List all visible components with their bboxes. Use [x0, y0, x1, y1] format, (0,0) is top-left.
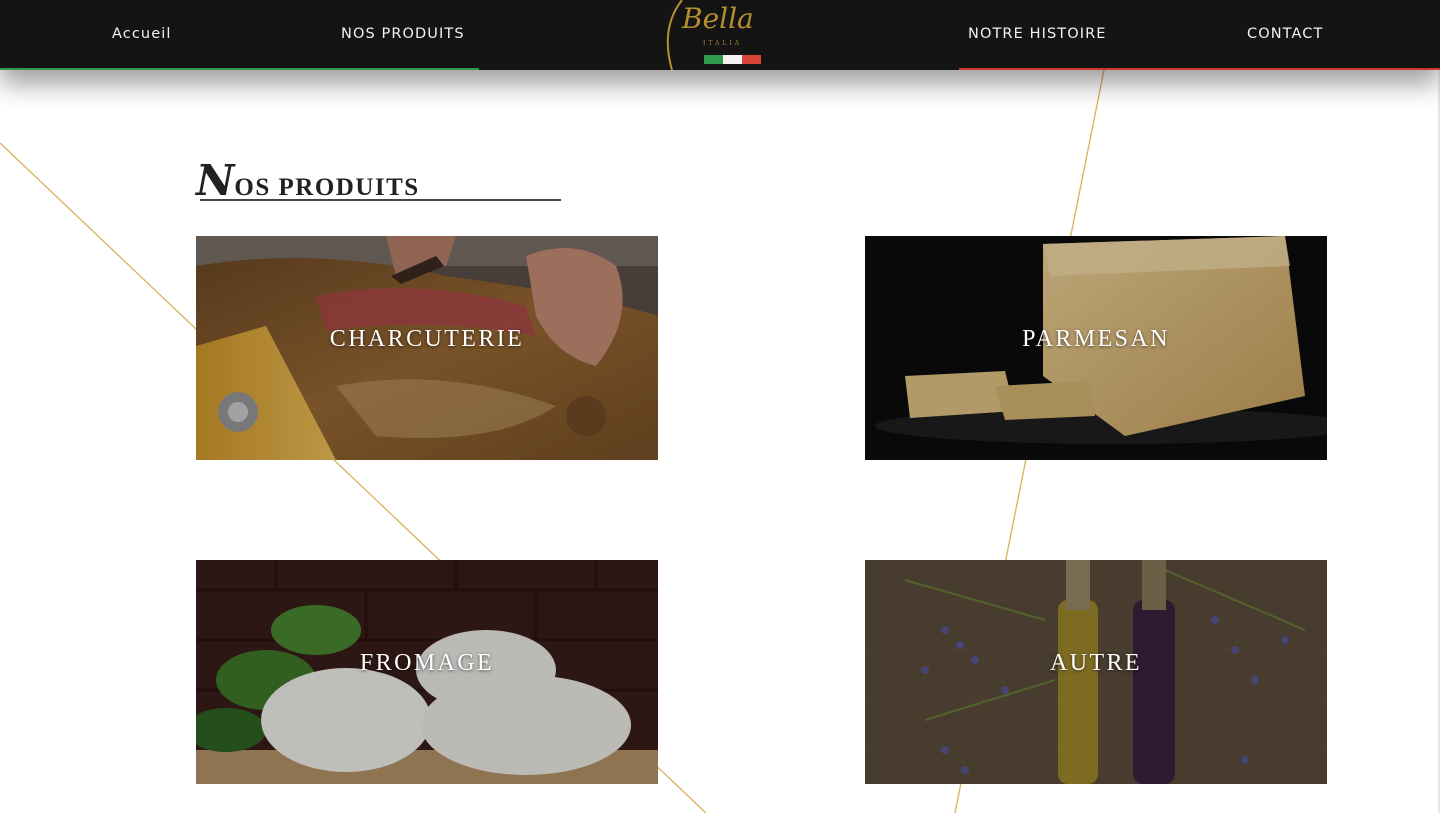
section-title-text: OS PRODUITS	[234, 174, 420, 201]
product-card-label: AUTRE	[1050, 649, 1142, 676]
product-card-label: FROMAGE	[359, 649, 495, 676]
product-card-autre[interactable]: AUTRE	[865, 560, 1327, 784]
nav-link-notre-histoire[interactable]: NOTRE HISTOIRE	[968, 24, 1107, 44]
brand-logo[interactable]: Bella ITALIA	[660, 0, 770, 70]
nav-stripe-red	[959, 68, 1440, 70]
section-title: NOS PRODUITS	[196, 156, 420, 205]
product-card-charcuterie[interactable]: CHARCUTERIE	[196, 236, 658, 460]
top-navbar: Accueil NOS PRODUITS Bella ITALIA NOTRE …	[0, 0, 1440, 70]
nav-link-nos-produits[interactable]: NOS PRODUITS	[341, 24, 465, 44]
nav-link-accueil[interactable]: Accueil	[112, 24, 171, 44]
section-title-initial: N	[196, 156, 235, 205]
logo-subtitle: ITALIA	[703, 40, 743, 47]
nav-link-contact[interactable]: CONTACT	[1247, 24, 1323, 44]
section-title-underline	[200, 199, 561, 201]
product-card-parmesan[interactable]: PARMESAN	[865, 236, 1327, 460]
italian-flag-icon	[704, 55, 761, 64]
product-card-label: PARMESAN	[1022, 325, 1170, 352]
product-card-label: CHARCUTERIE	[329, 325, 525, 352]
nav-stripe-green	[0, 68, 479, 70]
product-card-fromage[interactable]: FROMAGE	[196, 560, 658, 784]
logo-script-text: Bella	[682, 2, 754, 35]
